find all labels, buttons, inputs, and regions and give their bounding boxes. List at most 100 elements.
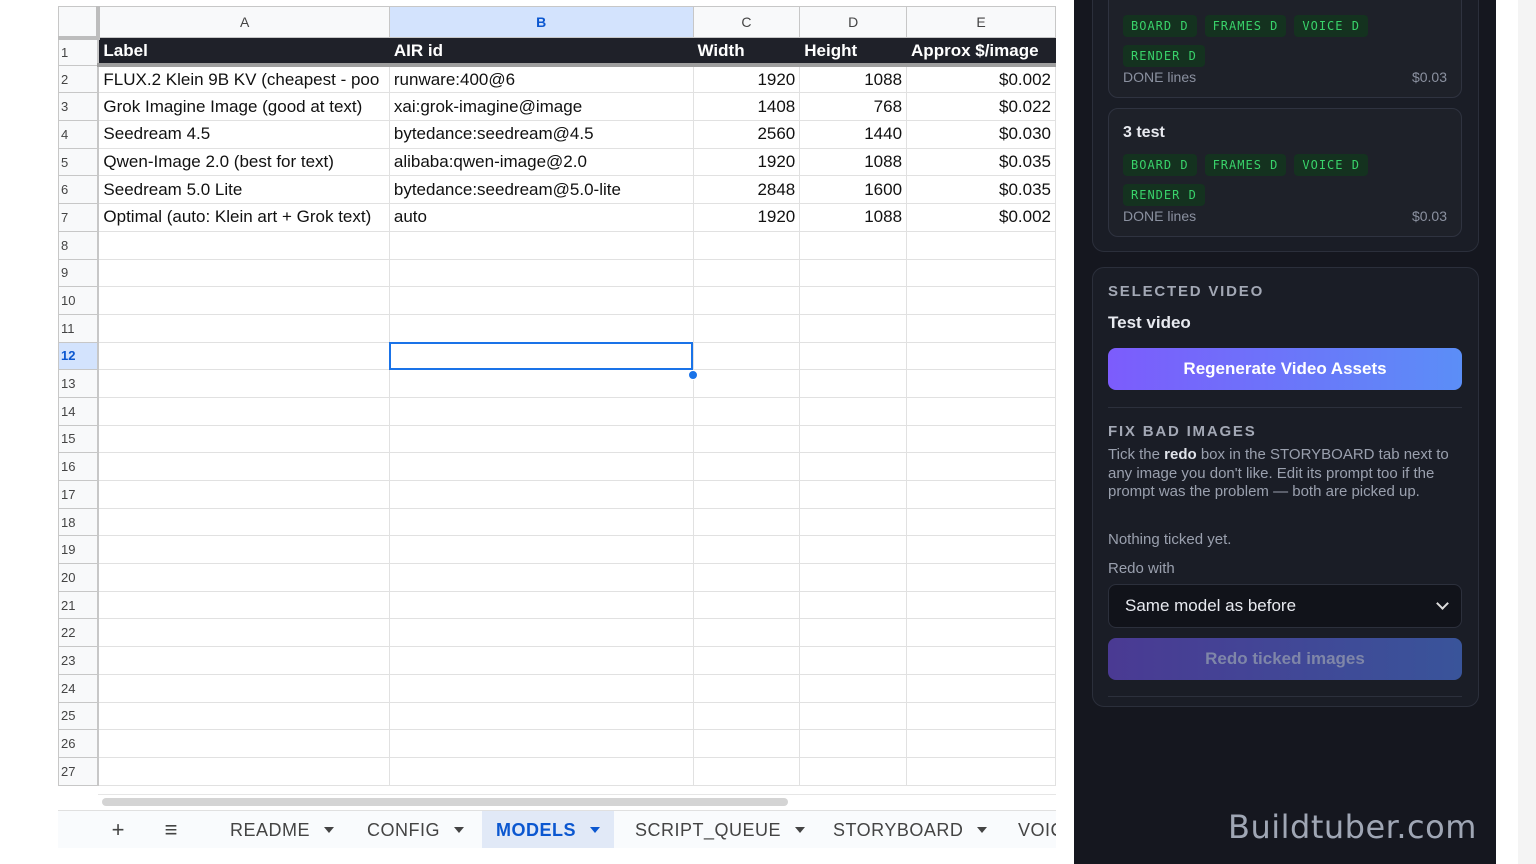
cell[interactable] <box>692 646 801 675</box>
cell[interactable] <box>906 341 1056 371</box>
cell[interactable] <box>388 701 694 731</box>
horizontal-scrollbar[interactable] <box>98 794 1056 808</box>
cell[interactable]: 1920 <box>692 147 801 177</box>
cell[interactable] <box>692 369 801 398</box>
cell[interactable] <box>388 507 694 537</box>
cell[interactable] <box>799 590 908 620</box>
column-header-d[interactable]: D <box>799 6 908 38</box>
row-header[interactable]: 26 <box>58 729 100 758</box>
cell[interactable] <box>97 396 390 426</box>
scrollbar-thumb[interactable] <box>102 798 788 806</box>
cell[interactable] <box>388 286 694 315</box>
cell[interactable] <box>388 673 694 703</box>
cell[interactable] <box>692 756 801 786</box>
cell[interactable] <box>97 258 390 288</box>
cell[interactable] <box>906 701 1056 731</box>
cell[interactable]: $0.030 <box>906 120 1056 149</box>
cell[interactable] <box>692 729 801 758</box>
cell[interactable] <box>799 701 908 731</box>
row-header[interactable]: 2 <box>58 64 100 94</box>
cell[interactable] <box>388 563 694 592</box>
cell[interactable] <box>799 452 908 481</box>
sheet-tab-voic[interactable]: VOIC <box>1004 811 1056 848</box>
cell[interactable] <box>799 286 908 315</box>
cell[interactable] <box>906 590 1056 620</box>
cell[interactable]: auto <box>388 203 694 232</box>
cell[interactable] <box>799 535 908 565</box>
regenerate-video-assets-button[interactable]: Regenerate Video Assets <box>1108 348 1462 390</box>
cell[interactable] <box>906 369 1056 398</box>
cell[interactable] <box>906 258 1056 288</box>
cell[interactable]: bytedance:seedream@4.5 <box>388 120 694 149</box>
cell[interactable]: 1920 <box>692 203 801 232</box>
cell[interactable]: 1440 <box>799 120 908 149</box>
cell[interactable] <box>799 618 908 648</box>
cell[interactable] <box>97 313 390 343</box>
cell[interactable]: Qwen-Image 2.0 (best for text) <box>97 147 390 177</box>
row-header[interactable]: 24 <box>58 673 100 703</box>
cell[interactable] <box>97 590 390 620</box>
row-header[interactable]: 13 <box>58 369 100 398</box>
redo-model-select[interactable]: Same model as before <box>1108 584 1462 628</box>
cell[interactable] <box>692 507 801 537</box>
row-header[interactable]: 12 <box>58 341 100 371</box>
cell[interactable] <box>388 535 694 565</box>
cell[interactable] <box>97 646 390 675</box>
cell[interactable] <box>799 396 908 426</box>
cell[interactable] <box>692 452 801 481</box>
selection-fill-handle[interactable] <box>688 370 698 380</box>
cell[interactable] <box>97 673 390 703</box>
cell[interactable] <box>799 369 908 398</box>
cell[interactable]: Approx $/image <box>906 37 1056 68</box>
cell[interactable]: xai:grok-imagine@image <box>388 92 694 122</box>
cell[interactable] <box>97 286 390 315</box>
cell[interactable] <box>906 563 1056 592</box>
cell[interactable]: alibaba:qwen-image@2.0 <box>388 147 694 177</box>
cell[interactable]: Label <box>97 37 390 68</box>
row-header[interactable]: 23 <box>58 646 100 675</box>
cell[interactable]: 1088 <box>799 64 908 94</box>
cell[interactable] <box>97 369 390 398</box>
cell[interactable] <box>97 756 390 786</box>
cell[interactable]: $0.035 <box>906 147 1056 177</box>
cell[interactable] <box>799 258 908 288</box>
sheet-tab-storyboard[interactable]: STORYBOARD <box>819 811 1001 848</box>
row-header[interactable]: 11 <box>58 313 100 343</box>
cell[interactable] <box>906 424 1056 454</box>
cell[interactable]: $0.035 <box>906 175 1056 205</box>
cell[interactable] <box>906 396 1056 426</box>
column-header-c[interactable]: C <box>692 6 801 38</box>
cell[interactable]: Optimal (auto: Klein art + Grok text) <box>97 203 390 232</box>
cell[interactable] <box>692 535 801 565</box>
cell[interactable] <box>97 480 390 509</box>
cell[interactable] <box>388 258 694 288</box>
row-header[interactable]: 4 <box>58 120 100 149</box>
cell[interactable] <box>799 313 908 343</box>
cell[interactable] <box>906 756 1056 786</box>
cell[interactable] <box>692 230 801 260</box>
cell[interactable] <box>692 258 801 288</box>
cell[interactable] <box>906 230 1056 260</box>
cell[interactable]: 1088 <box>799 147 908 177</box>
video-card[interactable]: BOARD D FRAMES D VOICE D RENDER D DONE line… <box>1108 0 1462 98</box>
cell[interactable] <box>388 452 694 481</box>
cell[interactable] <box>799 480 908 509</box>
row-header[interactable]: 15 <box>58 424 100 454</box>
cell[interactable] <box>692 618 801 648</box>
cell[interactable] <box>97 341 390 371</box>
cell[interactable]: FLUX.2 Klein 9B KV (cheapest - poo <box>97 64 390 94</box>
caret-down-icon[interactable] <box>590 827 601 833</box>
cell[interactable]: Height <box>799 37 908 68</box>
cell[interactable] <box>388 590 694 620</box>
cell[interactable] <box>799 563 908 592</box>
sheet-tab-config[interactable]: CONFIG <box>353 811 478 848</box>
cell[interactable] <box>906 646 1056 675</box>
cell[interactable]: runware:400@6 <box>388 64 694 94</box>
sheet-tab-models[interactable]: MODELS <box>482 811 615 848</box>
row-header[interactable]: 21 <box>58 590 100 620</box>
cell[interactable] <box>388 729 694 758</box>
cell[interactable] <box>906 480 1056 509</box>
cell[interactable]: 2848 <box>692 175 801 205</box>
cell[interactable] <box>388 230 694 260</box>
cell[interactable] <box>388 396 694 426</box>
